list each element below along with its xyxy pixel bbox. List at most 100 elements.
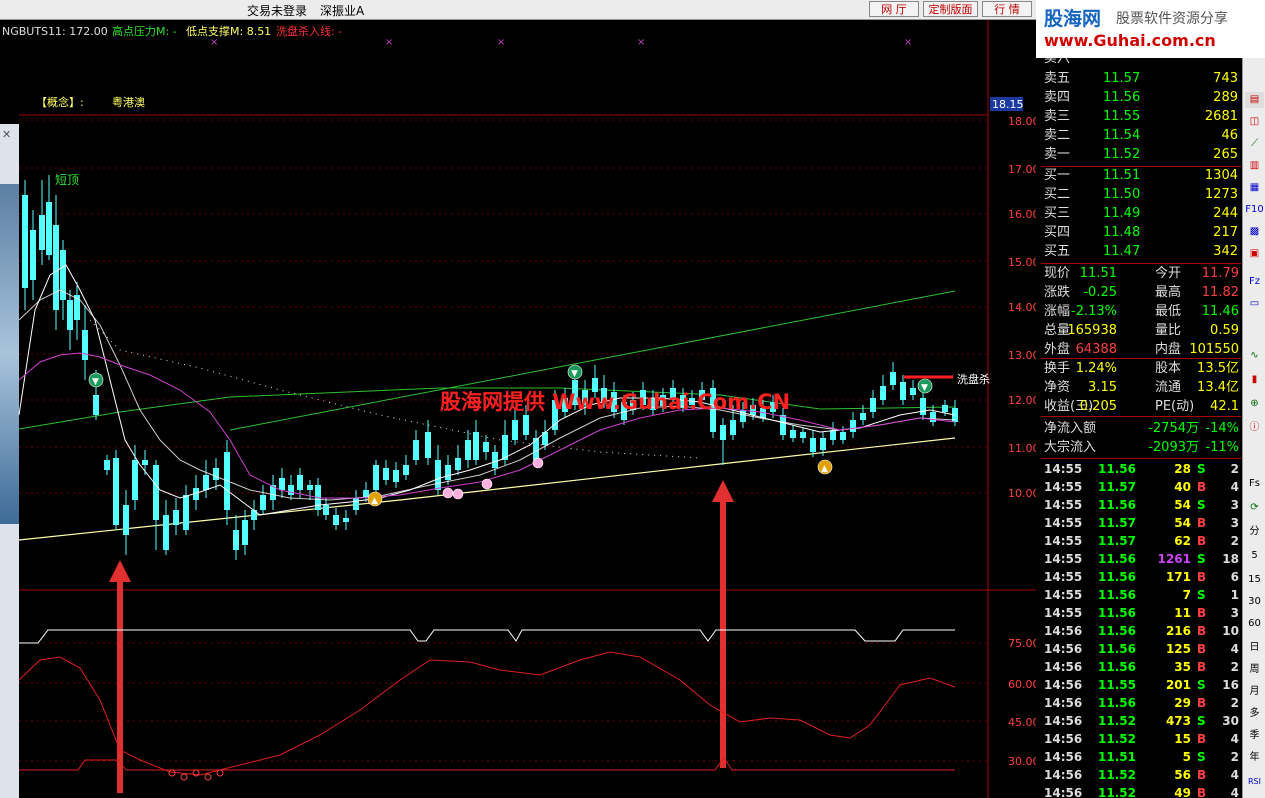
- period-month[interactable]: 月: [1245, 684, 1264, 700]
- hall-button[interactable]: 网 厅: [869, 1, 919, 17]
- rect-icon[interactable]: ▭: [1245, 296, 1264, 312]
- candle-body-down: [492, 452, 498, 468]
- flow-label: 大宗流入: [1044, 440, 1097, 455]
- quotes-button[interactable]: 行 情: [982, 1, 1032, 17]
- period-multi[interactable]: 多: [1245, 706, 1264, 722]
- bid-volume: 342: [1213, 244, 1238, 259]
- indicator-icon[interactable]: ◫: [1245, 114, 1264, 130]
- login-status[interactable]: 交易未登录: [247, 2, 307, 19]
- custom-layout-button[interactable]: 定制版面: [923, 1, 978, 17]
- bid-row[interactable]: 买四 11.48 217: [1041, 223, 1241, 242]
- tick-row: 14:56 11.56 29 B 2: [1041, 694, 1241, 712]
- stat-row: 涨幅 -2.13% 最低 11.46: [1041, 302, 1241, 321]
- ask-row[interactable]: 卖三 11.55 2681: [1041, 107, 1241, 126]
- zoom-icon[interactable]: ⊕: [1245, 396, 1264, 412]
- tick-row: 14:56 11.52 473 S 30: [1041, 712, 1241, 730]
- tick-row: 14:55 11.56 28 S 2: [1041, 460, 1241, 478]
- tick-volume: 5: [1182, 750, 1191, 764]
- candle-body-down: [880, 386, 886, 400]
- period-year[interactable]: 年: [1245, 750, 1264, 766]
- top-x-marker: ×: [904, 37, 912, 48]
- bid-row[interactable]: 买三 11.49 244: [1041, 204, 1241, 223]
- period-season[interactable]: 季: [1245, 728, 1264, 744]
- period-fs[interactable]: Fs: [1245, 476, 1264, 492]
- tick-count: 6: [1230, 570, 1239, 584]
- refresh-icon[interactable]: ⟳: [1245, 500, 1264, 516]
- candle-body-down: [890, 372, 896, 385]
- line-icon[interactable]: ∿: [1245, 348, 1264, 364]
- stat-label: 内盘: [1155, 342, 1182, 357]
- candle-body-down: [790, 430, 796, 438]
- stat-value: 11.46: [1201, 304, 1239, 319]
- rsi-button[interactable]: RSI: [1245, 774, 1264, 790]
- tick-volume: 473: [1165, 714, 1191, 728]
- tick-volume: 40: [1174, 480, 1191, 494]
- candle-body-down: [153, 465, 159, 520]
- stat-value: -0.25: [1083, 285, 1117, 300]
- bar-icon[interactable]: ▮: [1245, 372, 1264, 388]
- bid-row[interactable]: 买二 11.50 1273: [1041, 185, 1241, 204]
- period-5[interactable]: 5: [1245, 548, 1264, 564]
- fz-icon[interactable]: Fz: [1245, 274, 1264, 290]
- tick-side: B: [1197, 534, 1207, 548]
- price-tick: 11.00: [1008, 442, 1036, 455]
- ask-row[interactable]: 卖四 11.56 289: [1041, 88, 1241, 107]
- stat-label: 涨跌: [1044, 285, 1071, 300]
- chart-icon[interactable]: ▣: [1245, 246, 1264, 262]
- tick-price: 11.56: [1098, 588, 1136, 602]
- candle-body-down: [810, 438, 816, 452]
- period-60[interactable]: 60: [1245, 616, 1264, 632]
- bid-label: 买四: [1044, 225, 1071, 240]
- stat-value: 11.51: [1079, 266, 1117, 281]
- tick-price: 11.52: [1098, 732, 1136, 746]
- period-30[interactable]: 30: [1245, 594, 1264, 610]
- signal-marker-glyph: ▼: [571, 369, 578, 379]
- indicator-value: NGBUTS11: 172.00: [2, 25, 108, 38]
- tick-volume: 28: [1174, 462, 1191, 476]
- period-day[interactable]: 日: [1245, 640, 1264, 656]
- flow-value: -2754万: [1148, 421, 1199, 436]
- info-icon[interactable]: ⓘ: [1245, 420, 1264, 436]
- k-line-icon[interactable]: ▤: [1245, 92, 1264, 108]
- period-15[interactable]: 15: [1245, 572, 1264, 588]
- tick-count: 3: [1230, 498, 1239, 512]
- divider: [1041, 416, 1241, 417]
- tick-time: 14:55: [1044, 516, 1083, 530]
- candle-body-down: [403, 465, 409, 475]
- volume-icon[interactable]: ▦: [1245, 180, 1264, 196]
- tick-time: 14:55: [1044, 570, 1083, 584]
- ask-row[interactable]: 卖二 11.54 46: [1041, 126, 1241, 145]
- tick-time: 14:55: [1044, 534, 1083, 548]
- tick-count: 4: [1230, 642, 1239, 656]
- osc-circle-marker: [168, 769, 176, 777]
- bid-price: 11.47: [1103, 244, 1141, 259]
- tick-time: 14:55: [1044, 462, 1083, 476]
- bid-row[interactable]: 买五 11.47 342: [1041, 242, 1241, 261]
- ask-price: 11.57: [1103, 71, 1141, 86]
- tick-volume: 49: [1174, 786, 1191, 798]
- period-week[interactable]: 周: [1245, 662, 1264, 678]
- ask-row[interactable]: 卖五 11.57 743: [1041, 69, 1241, 88]
- bid-row[interactable]: 买一 11.51 1304: [1041, 166, 1241, 185]
- grid-icon[interactable]: ▩: [1245, 224, 1264, 240]
- stat-value: 42.1: [1210, 399, 1239, 414]
- current-price-tag: 18.15: [992, 98, 1024, 111]
- stat-row: 总量 165938 量比 0.59: [1041, 321, 1241, 340]
- tick-side: S: [1197, 678, 1206, 692]
- stock-name[interactable]: 深振业A: [320, 2, 364, 19]
- stat-value: 1.24%: [1075, 361, 1117, 376]
- trend-icon[interactable]: ⟋: [1245, 136, 1264, 152]
- osc-circle-marker: [180, 773, 188, 781]
- ask-row[interactable]: 卖一 11.52 265: [1041, 145, 1241, 164]
- kline-chart[interactable]: × × × × × ▼ ▼ ▼ ▲ ▲ NGBUTS11: 172.00 高点压力M: - 低点…: [0, 20, 1036, 798]
- tick-row: 14:55 11.57 40 B 4: [1041, 478, 1241, 496]
- period-f10[interactable]: F10: [1245, 202, 1264, 218]
- tick-row: 14:56 11.56 216 B 10: [1041, 622, 1241, 640]
- period-min[interactable]: 分: [1245, 524, 1264, 540]
- signal-arrow-shaft: [117, 578, 123, 793]
- candle-icon[interactable]: ▥: [1245, 158, 1264, 174]
- candle-body-down: [333, 515, 339, 525]
- candle-body-down: [512, 420, 518, 440]
- tick-row: 14:56 11.52 15 B 4: [1041, 730, 1241, 748]
- tick-time: 14:56: [1044, 624, 1083, 638]
